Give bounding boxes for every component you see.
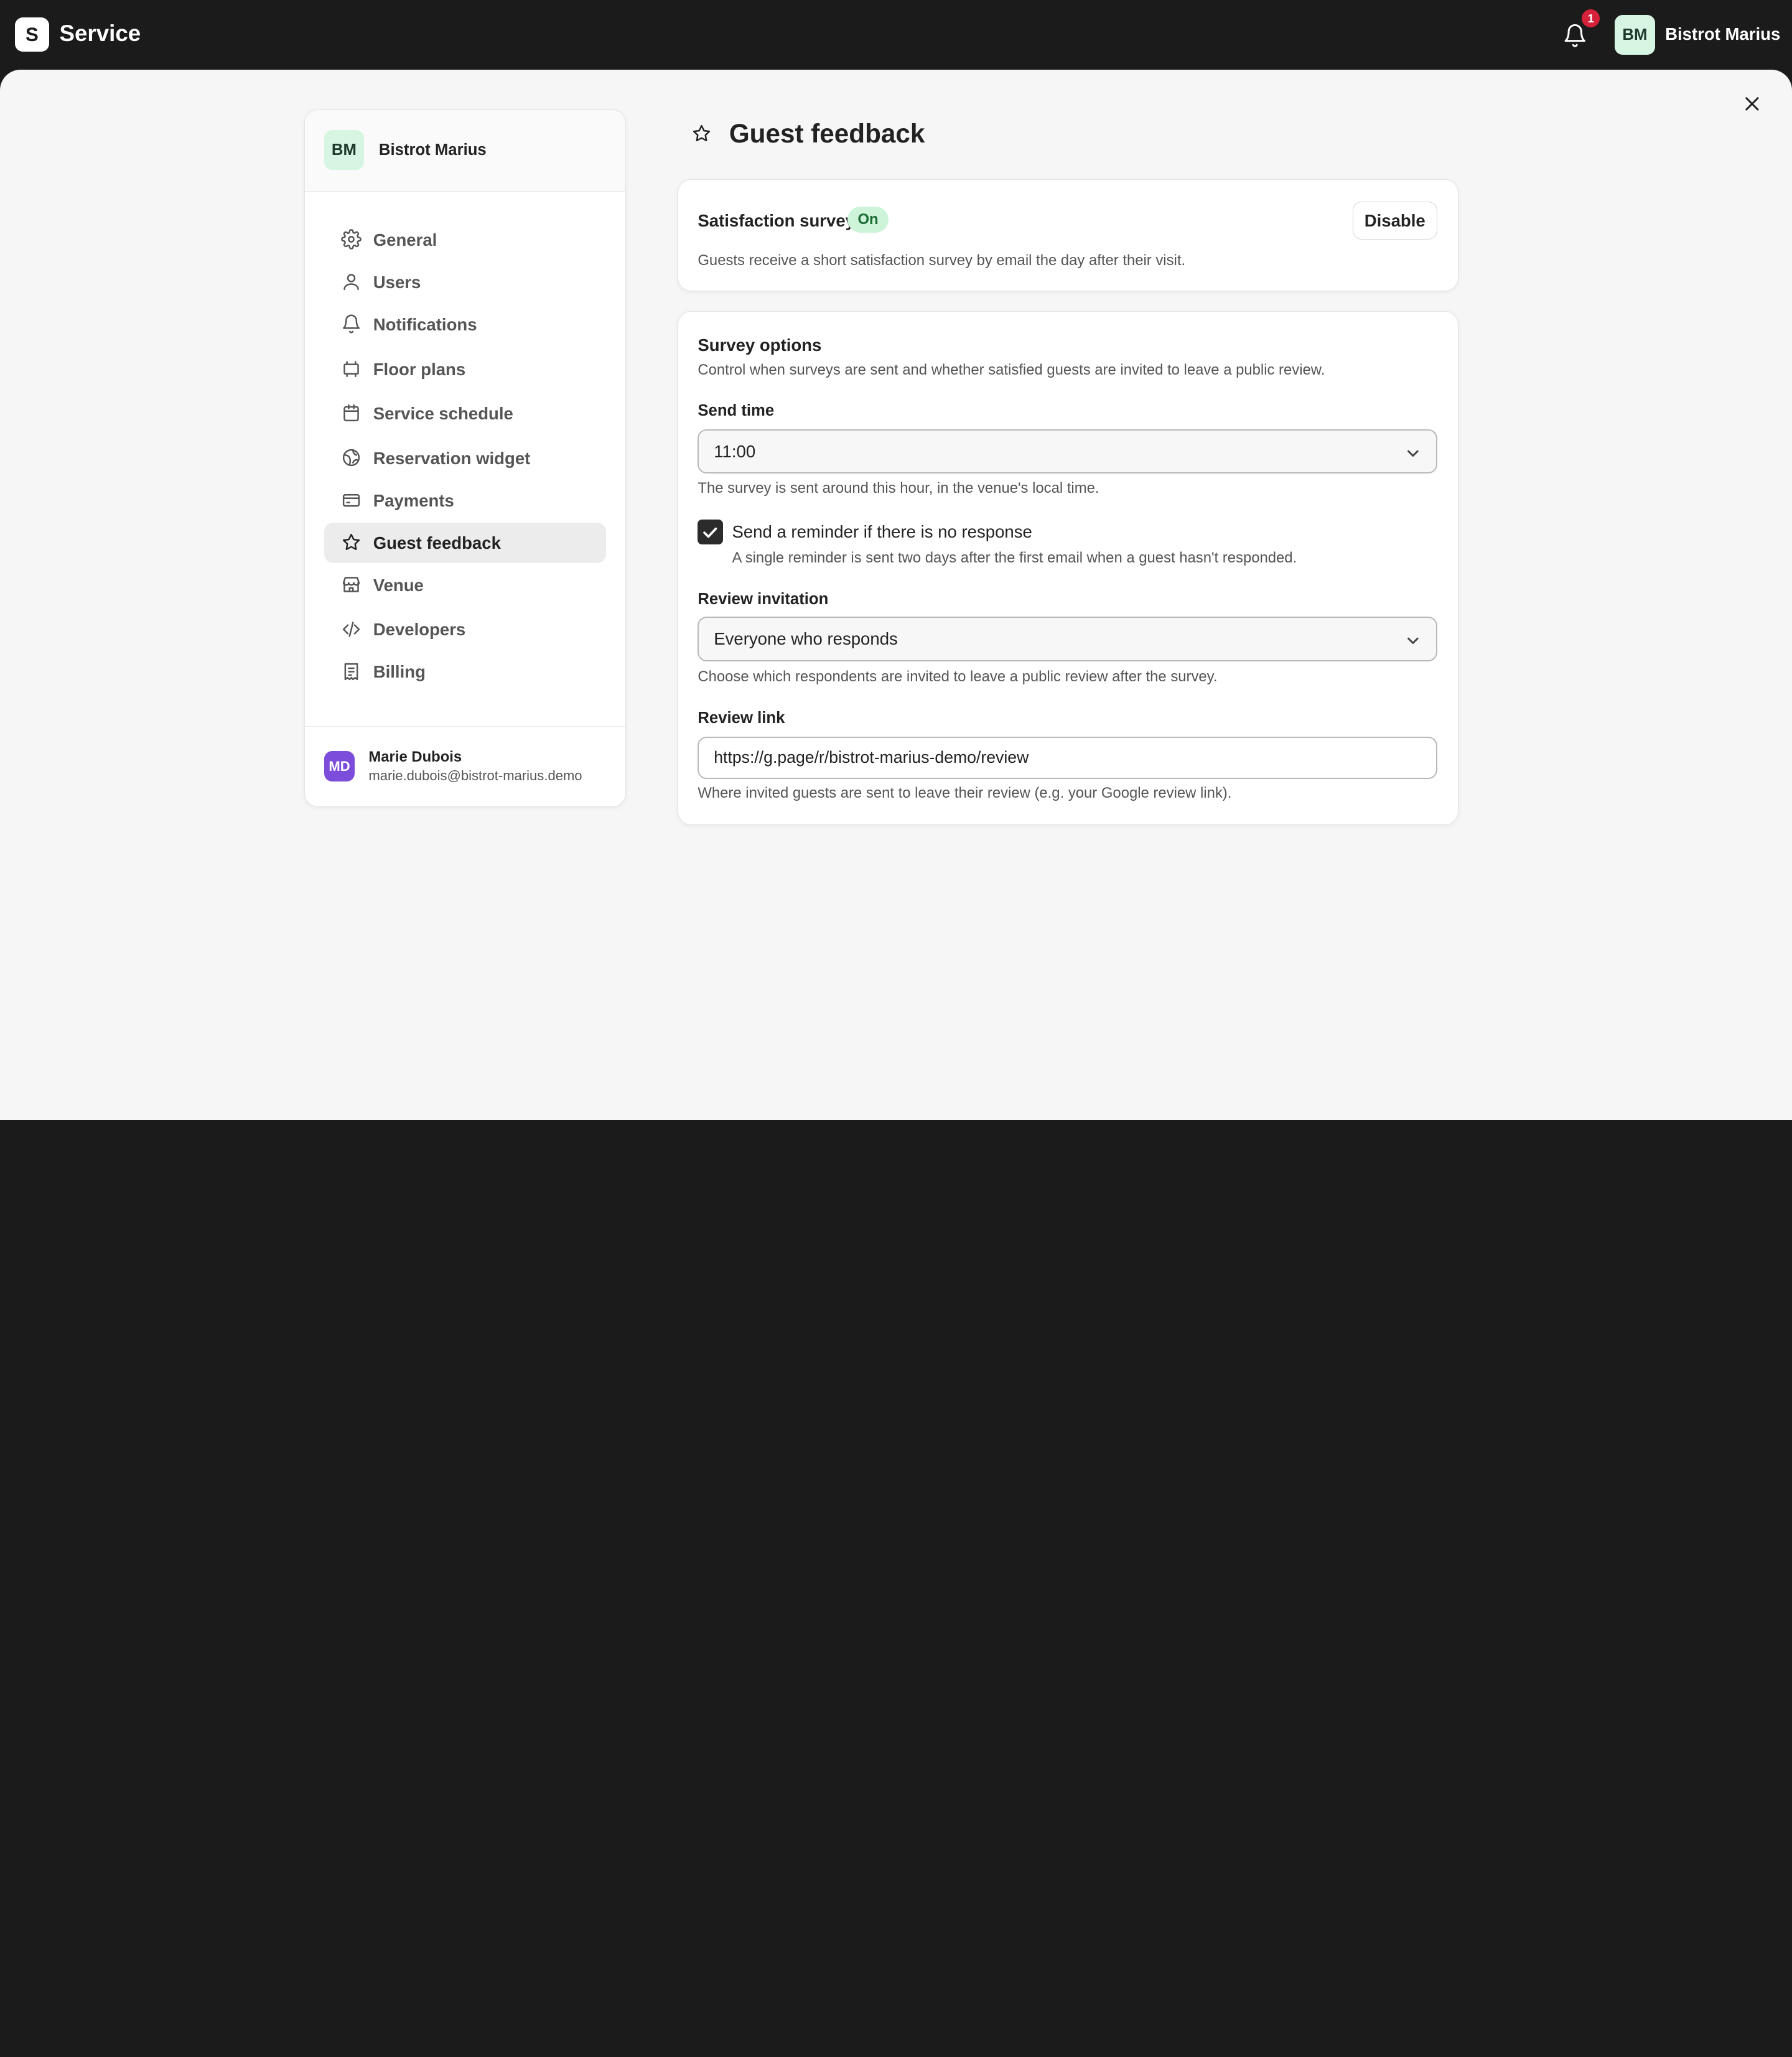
chevron-down-icon — [1405, 633, 1421, 649]
notification-count-badge: 1 — [1581, 9, 1600, 28]
floor-plan-icon — [341, 358, 362, 379]
code-icon — [341, 619, 362, 640]
reminder-checkbox[interactable] — [698, 519, 723, 545]
account-footer[interactable]: MD Marie Dubois marie.dubois@bistrot-mar… — [304, 726, 625, 806]
review-link-label: Review link — [698, 709, 785, 727]
star-icon — [341, 532, 362, 553]
nav-label: Reservation widget — [373, 448, 531, 468]
bell-icon — [341, 314, 362, 334]
venue-header: BM Bistrot Marius — [304, 110, 626, 192]
venue-avatar: BM — [324, 129, 365, 170]
nav-label: Service schedule — [373, 404, 513, 424]
satisfaction-survey-description: Guests receive a short satisfaction surv… — [698, 252, 1186, 269]
nav-label: Payments — [373, 490, 454, 510]
nav-label: Developers — [373, 620, 466, 640]
nav-label: Floor plans — [373, 359, 466, 379]
account-email: marie.dubois@bistrot-marius.demo — [368, 768, 582, 784]
review-link-input[interactable] — [698, 736, 1437, 779]
survey-options-title: Survey options — [698, 335, 822, 355]
send-time-value: 11:00 — [714, 442, 756, 462]
nav-item-users[interactable]: Users — [324, 263, 607, 302]
reminder-label[interactable]: Send a reminder if there is no response — [732, 522, 1032, 542]
nav-label: Billing — [373, 662, 426, 682]
nav-item-general[interactable]: General — [324, 220, 607, 260]
account-name: Marie Dubois — [368, 749, 462, 766]
review-invitation-help: Choose which respondents are invited to … — [698, 668, 1218, 685]
account-avatar: MD — [324, 750, 355, 782]
nav-item-service-schedule[interactable]: Service schedule — [324, 394, 607, 434]
notifications-bell-icon[interactable] — [1562, 23, 1587, 48]
nav-item-billing[interactable]: Billing — [324, 652, 607, 692]
status-badge: On — [847, 206, 889, 233]
review-invitation-select[interactable]: Everyone who responds — [698, 616, 1437, 661]
receipt-icon — [341, 661, 362, 682]
reminder-help: A single reminder is sent two days after… — [732, 549, 1297, 566]
nav-item-guest-feedback[interactable]: Guest feedback — [324, 523, 607, 563]
venue-name: Bistrot Marius — [378, 141, 487, 159]
chevron-down-icon — [1405, 445, 1421, 462]
nav-item-floor-plans[interactable]: Floor plans — [324, 349, 607, 389]
satisfaction-survey-card: Satisfaction survey On Disable Guests re… — [678, 179, 1458, 292]
calendar-icon — [341, 403, 362, 423]
send-time-help: The survey is sent around this hour, in … — [698, 479, 1099, 497]
survey-options-card: Survey options Control when surveys are … — [678, 310, 1458, 826]
nav-label: Guest feedback — [373, 533, 501, 553]
gear-icon — [341, 229, 362, 250]
review-link-help: Where invited guests are sent to leave t… — [698, 784, 1232, 801]
page-title: Guest feedback — [729, 119, 925, 148]
nav-label: Notifications — [373, 315, 477, 335]
credit-card-icon — [341, 490, 362, 510]
nav-item-notifications[interactable]: Notifications — [324, 305, 607, 345]
nav-label: Venue — [373, 575, 424, 595]
store-icon — [341, 574, 362, 595]
send-time-label: Send time — [698, 401, 775, 419]
top-bar: S Service 1 BM Bistrot Marius — [0, 0, 1792, 70]
nav-item-reservation-widget[interactable]: Reservation widget — [324, 438, 607, 478]
globe-icon — [341, 447, 362, 468]
check-icon — [703, 527, 717, 538]
user-avatar[interactable]: BM — [1615, 14, 1655, 55]
nav-label: General — [373, 230, 437, 250]
app-logo[interactable]: S — [14, 17, 49, 52]
nav-item-payments[interactable]: Payments — [324, 480, 607, 520]
survey-options-description: Control when surveys are sent and whethe… — [698, 361, 1325, 379]
send-time-select[interactable]: 11:00 — [698, 429, 1437, 474]
app-name: Service — [59, 21, 141, 47]
user-name[interactable]: Bistrot Marius — [1665, 24, 1780, 44]
review-invitation-value: Everyone who responds — [714, 629, 898, 649]
satisfaction-survey-title: Satisfaction survey — [698, 210, 855, 230]
nav-item-venue[interactable]: Venue — [324, 565, 607, 605]
settings-sidebar: BM Bistrot Marius General Users Notifica… — [304, 110, 627, 807]
review-invitation-label: Review invitation — [698, 590, 829, 608]
nav-label: Users — [373, 273, 421, 292]
user-icon — [341, 271, 362, 292]
nav-item-developers[interactable]: Developers — [324, 610, 607, 650]
star-icon — [691, 123, 712, 144]
disable-button[interactable]: Disable — [1352, 202, 1437, 240]
close-icon[interactable] — [1739, 91, 1764, 116]
